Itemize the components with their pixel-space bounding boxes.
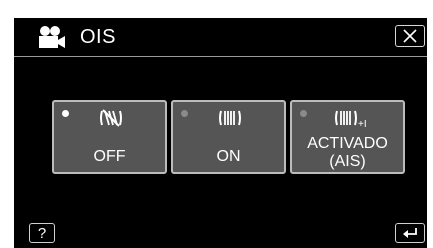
- stabilizer-ais-icon: +I: [335, 110, 367, 129]
- option-on[interactable]: ON: [171, 100, 286, 174]
- video-camera-icon: [39, 26, 65, 48]
- option-ais-label-line1: ACTIVADO: [307, 135, 388, 152]
- option-ais[interactable]: +I ACTIVADO (AIS): [290, 100, 405, 174]
- header: OIS: [14, 18, 427, 58]
- unselected-indicator: [181, 110, 188, 117]
- header-divider: [14, 56, 427, 57]
- ais-icon-suffix: +I: [358, 119, 367, 129]
- unselected-indicator: [300, 110, 307, 117]
- option-off[interactable]: OFF: [52, 100, 167, 174]
- option-off-label: OFF: [93, 148, 126, 165]
- stabilizer-off-icon: [100, 109, 122, 127]
- option-ais-label-line2: (AIS): [329, 153, 366, 170]
- close-icon: [403, 29, 417, 43]
- option-on-label: ON: [216, 148, 241, 165]
- camera-screen: OIS OFF ON +I ACTIVADO (AIS) ?: [14, 18, 427, 248]
- stabilizer-on-icon: [219, 110, 241, 126]
- close-button[interactable]: [395, 25, 425, 47]
- page-title: OIS: [80, 26, 116, 48]
- back-button[interactable]: [395, 223, 425, 243]
- selected-indicator: [62, 110, 69, 117]
- help-button[interactable]: ?: [29, 223, 55, 243]
- return-icon: [403, 228, 417, 238]
